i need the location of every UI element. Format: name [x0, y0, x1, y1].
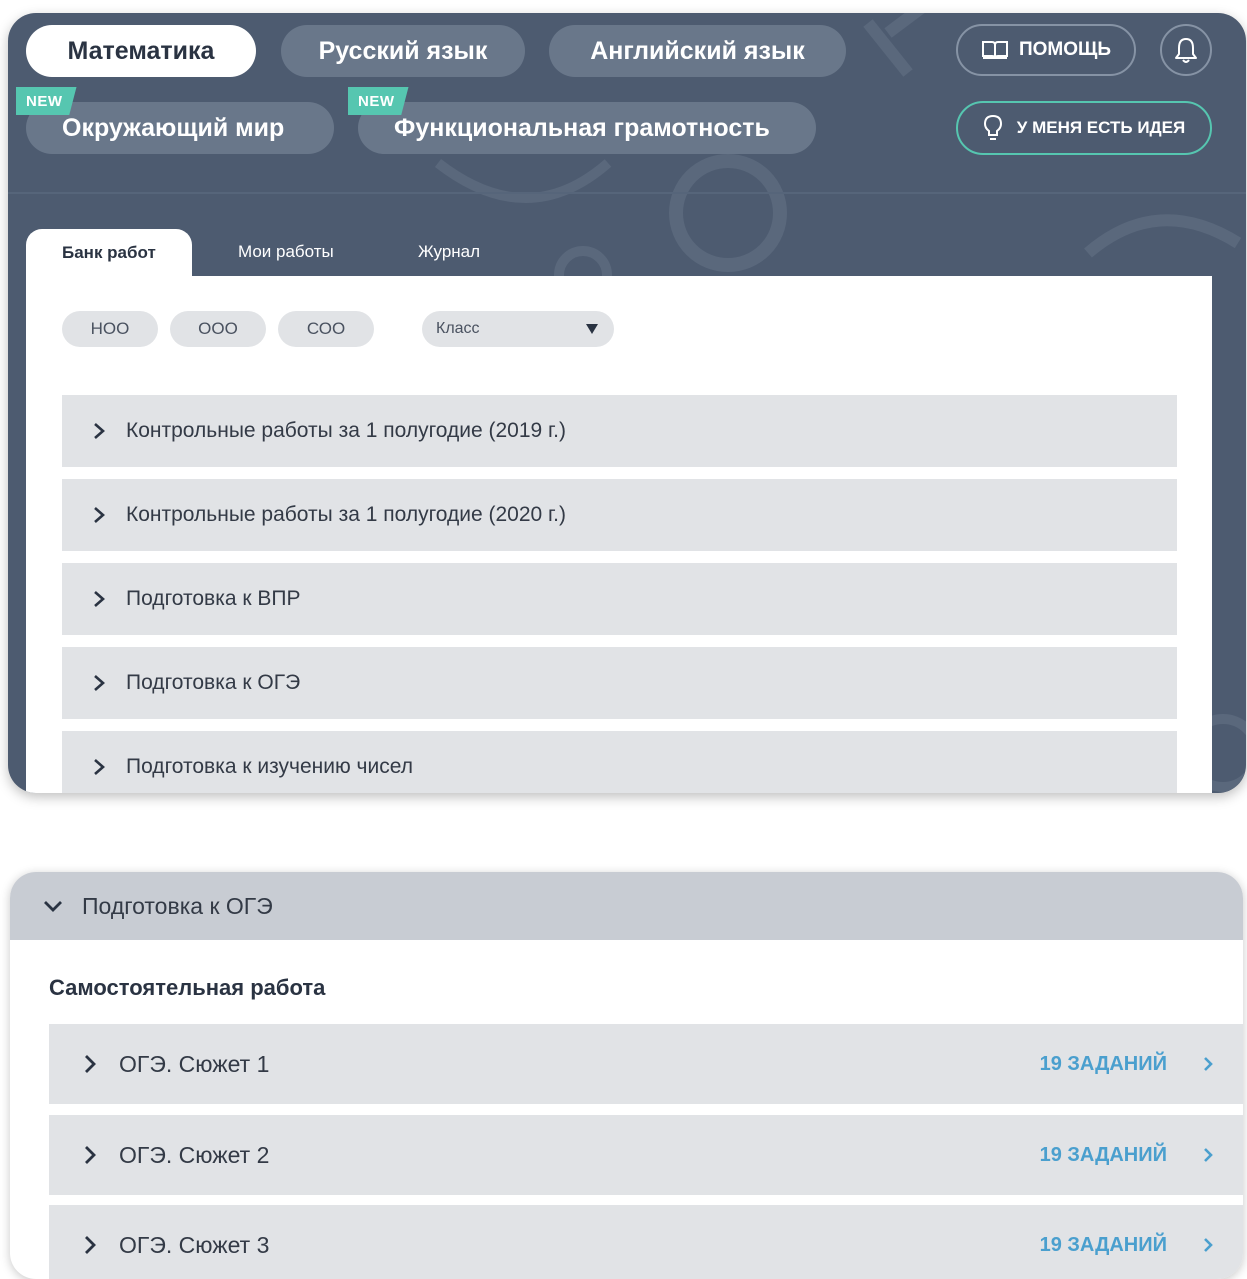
help-button[interactable]: ПОМОЩЬ: [956, 24, 1136, 76]
category-row[interactable]: Подготовка к изучению чисел: [62, 731, 1177, 793]
task-count-link[interactable]: 19 ЗАДАНИЙ: [1040, 1053, 1167, 1076]
category-label: Подготовка к изучению чисел: [126, 755, 413, 778]
dropdown-triangle-icon: [586, 324, 598, 334]
chevron-right-icon: [94, 675, 105, 691]
category-label: Подготовка к ОГЭ: [126, 671, 301, 694]
filter-soo[interactable]: СОО: [278, 311, 374, 347]
new-badge: NEW: [348, 87, 409, 115]
category-row[interactable]: Подготовка к ОГЭ: [62, 647, 1177, 719]
new-badge: NEW: [16, 87, 77, 115]
task-count-link[interactable]: 19 ЗАДАНИЙ: [1040, 1144, 1167, 1167]
chevron-right-icon: [94, 591, 105, 607]
tab-work-bank[interactable]: Банк работ: [26, 229, 192, 277]
arrow-right-icon[interactable]: [1203, 1237, 1213, 1253]
lightbulb-icon: [983, 114, 1002, 140]
chevron-right-icon: [85, 1055, 96, 1073]
work-bank-panel: НОО ООО СОО Класс Контрольные работы за …: [26, 276, 1212, 793]
task-label: ОГЭ. Сюжет 1: [119, 1050, 270, 1077]
task-count-link[interactable]: 19 ЗАДАНИЙ: [1040, 1234, 1167, 1257]
category-row[interactable]: Подготовка к ВПР: [62, 563, 1177, 635]
category-row[interactable]: Контрольные работы за 1 полугодие (2020 …: [62, 479, 1177, 551]
class-select-value: Класс: [436, 320, 480, 337]
expanded-category-header[interactable]: Подготовка к ОГЭ: [10, 872, 1243, 940]
idea-button[interactable]: У МЕНЯ ЕСТЬ ИДЕЯ: [956, 101, 1212, 155]
arrow-right-icon[interactable]: [1203, 1147, 1213, 1163]
task-label: ОГЭ. Сюжет 2: [119, 1141, 270, 1168]
chevron-right-icon: [85, 1146, 96, 1164]
class-select[interactable]: Класс: [422, 311, 614, 347]
task-row[interactable]: ОГЭ. Сюжет 1 19 ЗАДАНИЙ: [49, 1024, 1243, 1104]
category-row[interactable]: Контрольные работы за 1 полугодие (2019 …: [62, 395, 1177, 467]
tab-journal[interactable]: Журнал: [418, 229, 480, 275]
expanded-category-card: Подготовка к ОГЭ Самостоятельная работа …: [10, 872, 1243, 1279]
filter-noo[interactable]: НОО: [62, 311, 158, 347]
arrow-right-icon[interactable]: [1203, 1056, 1213, 1072]
chevron-right-icon: [94, 423, 105, 439]
task-label: ОГЭ. Сюжет 3: [119, 1231, 270, 1258]
chevron-right-icon: [85, 1236, 96, 1254]
chevron-right-icon: [94, 507, 105, 523]
task-row[interactable]: ОГЭ. Сюжет 3 19 ЗАДАНИЙ: [49, 1205, 1243, 1279]
task-row[interactable]: ОГЭ. Сюжет 2 19 ЗАДАНИЙ: [49, 1115, 1243, 1195]
chevron-right-icon: [94, 759, 105, 775]
category-label: Контрольные работы за 1 полугодие (2019 …: [126, 419, 566, 442]
subject-tab-world[interactable]: Окружающий мир: [26, 102, 334, 154]
subject-tab-math[interactable]: Математика: [26, 25, 256, 77]
subject-tab-literacy[interactable]: Функциональная грамотность: [358, 102, 816, 154]
idea-label: У МЕНЯ ЕСТЬ ИДЕЯ: [1016, 118, 1186, 137]
work-bank-card: Математика Русский язык Английский язык …: [8, 13, 1246, 793]
subject-tab-english[interactable]: Английский язык: [549, 25, 846, 77]
section-title: Самостоятельная работа: [49, 975, 326, 1000]
category-label: Контрольные работы за 1 полугодие (2020 …: [126, 503, 566, 526]
bell-icon: [1175, 38, 1197, 63]
help-label: ПОМОЩЬ: [1018, 39, 1112, 60]
category-label: Подготовка к ВПР: [126, 587, 301, 610]
subject-tab-russian[interactable]: Русский язык: [281, 25, 525, 77]
notifications-button[interactable]: [1160, 24, 1212, 76]
chevron-down-icon: [44, 901, 62, 912]
tab-my-works[interactable]: Мои работы: [238, 229, 334, 275]
expanded-category-label: Подготовка к ОГЭ: [82, 892, 273, 919]
filter-ooo[interactable]: ООО: [170, 311, 266, 347]
book-icon: [981, 41, 1008, 60]
